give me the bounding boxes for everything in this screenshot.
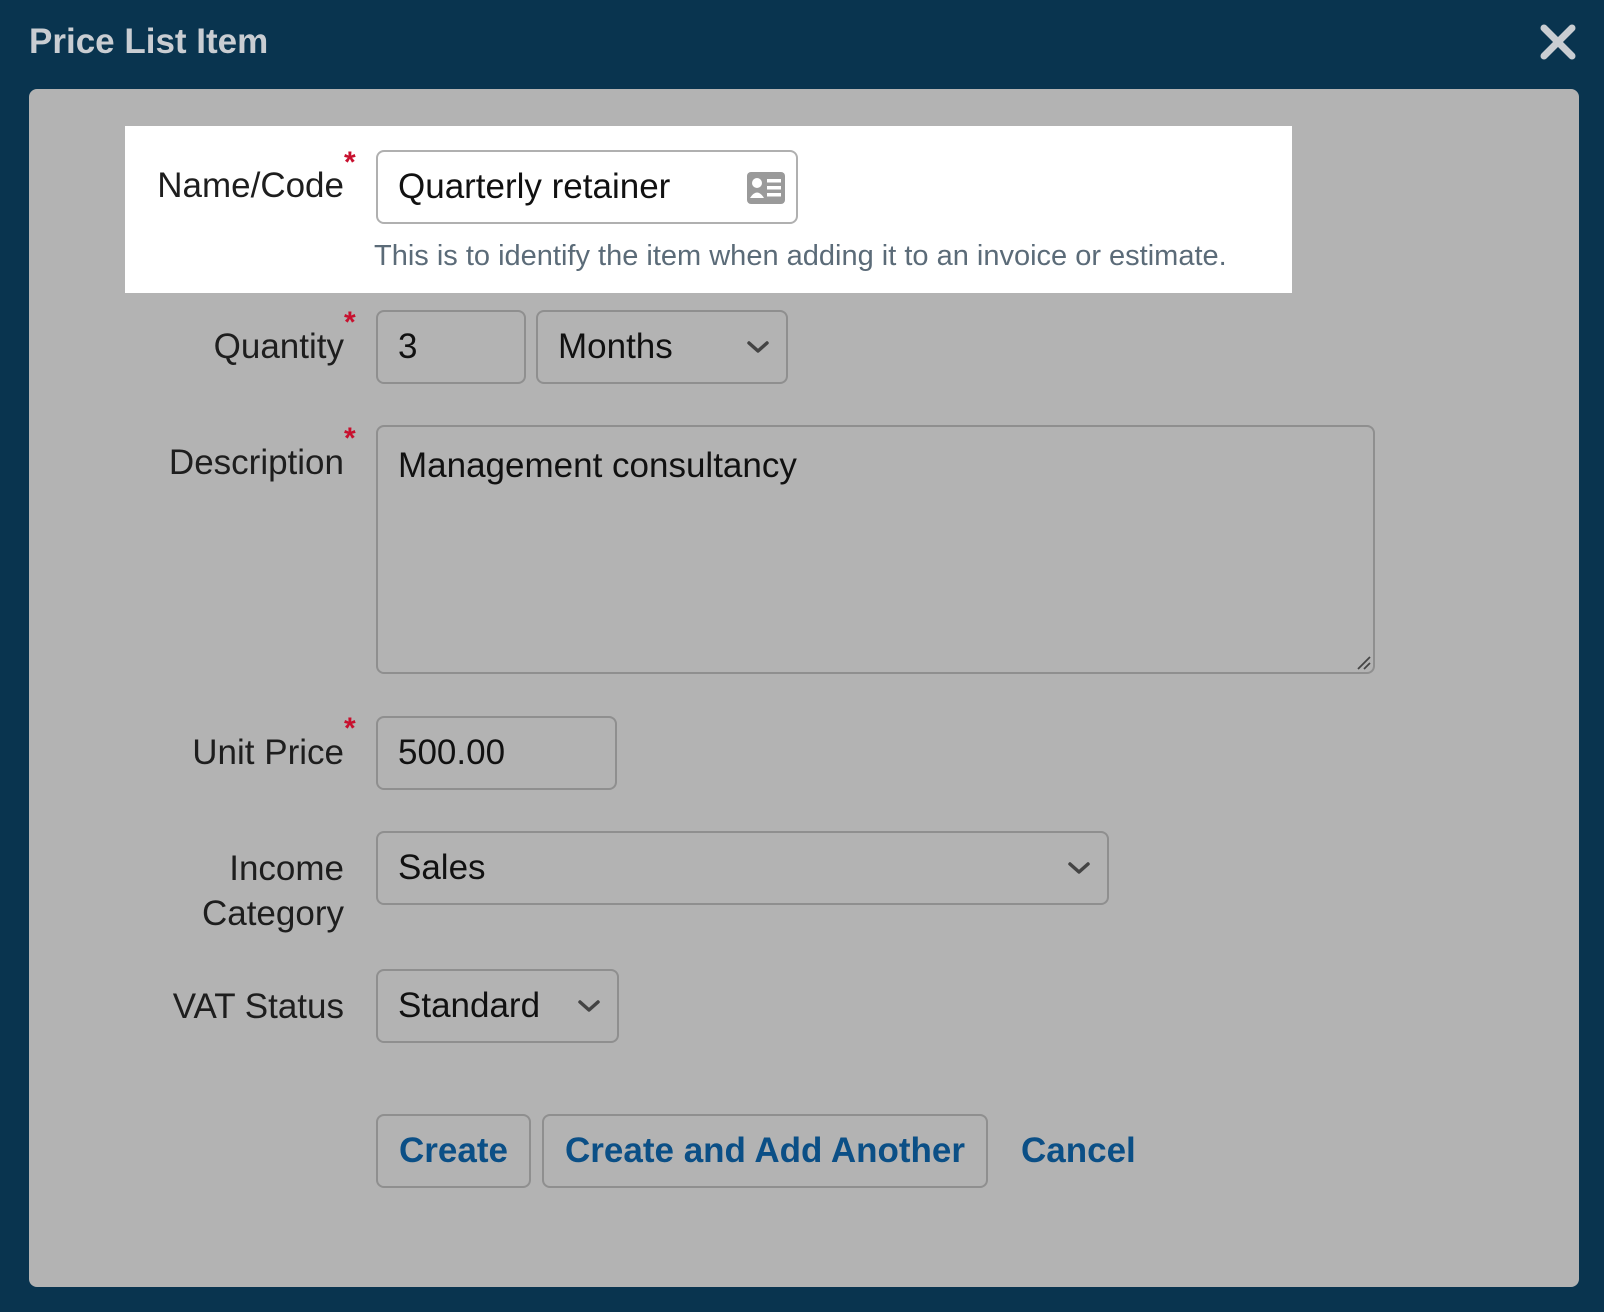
unit-price-required-marker: * [344,712,356,745]
unit-price-value: 500.00 [398,733,506,772]
name-code-hint: This is to identify the item when adding… [374,240,1227,272]
income-category-select[interactable]: Sales [376,831,1109,905]
name-code-input[interactable]: Quarterly retainer [376,150,798,224]
income-category-label-line2: Category [201,894,344,933]
quantity-value: 3 [398,327,418,366]
chevron-down-icon [578,1000,600,1012]
name-code-value: Quarterly retainer [398,167,671,206]
vat-status-value: Standard [398,986,541,1025]
name-code-label: Name/Code [157,166,344,205]
unit-price-label: Unit Price [192,733,344,772]
quantity-unit-select[interactable]: Months [536,310,788,384]
unit-price-input[interactable]: 500.00 [376,716,617,790]
quantity-unit-value: Months [558,327,673,366]
price-list-item-dialog: Price List Item Name/Code * Quarterly re… [0,0,1604,1312]
close-icon[interactable] [1538,22,1578,62]
chevron-down-icon [1068,862,1090,874]
quantity-required-marker: * [344,306,356,339]
contact-card-icon[interactable] [746,171,786,205]
vat-status-select[interactable]: Standard [376,969,619,1043]
quantity-input[interactable]: 3 [376,310,526,384]
description-textarea[interactable]: Management consultancy [376,425,1375,674]
income-category-label-line1: Income [229,849,344,888]
name-code-required-marker: * [344,146,356,179]
cancel-link[interactable]: Cancel [1021,1131,1136,1171]
dialog-title: Price List Item [29,22,269,61]
vat-status-label: VAT Status [172,987,344,1026]
resize-handle-icon[interactable] [1356,655,1372,671]
description-label: Description [168,443,344,482]
create-button[interactable]: Create [376,1114,531,1188]
quantity-label: Quantity [213,327,344,366]
description-required-marker: * [344,422,356,455]
create-and-add-another-button[interactable]: Create and Add Another [542,1114,988,1188]
income-category-value: Sales [398,848,486,887]
chevron-down-icon [747,341,769,353]
